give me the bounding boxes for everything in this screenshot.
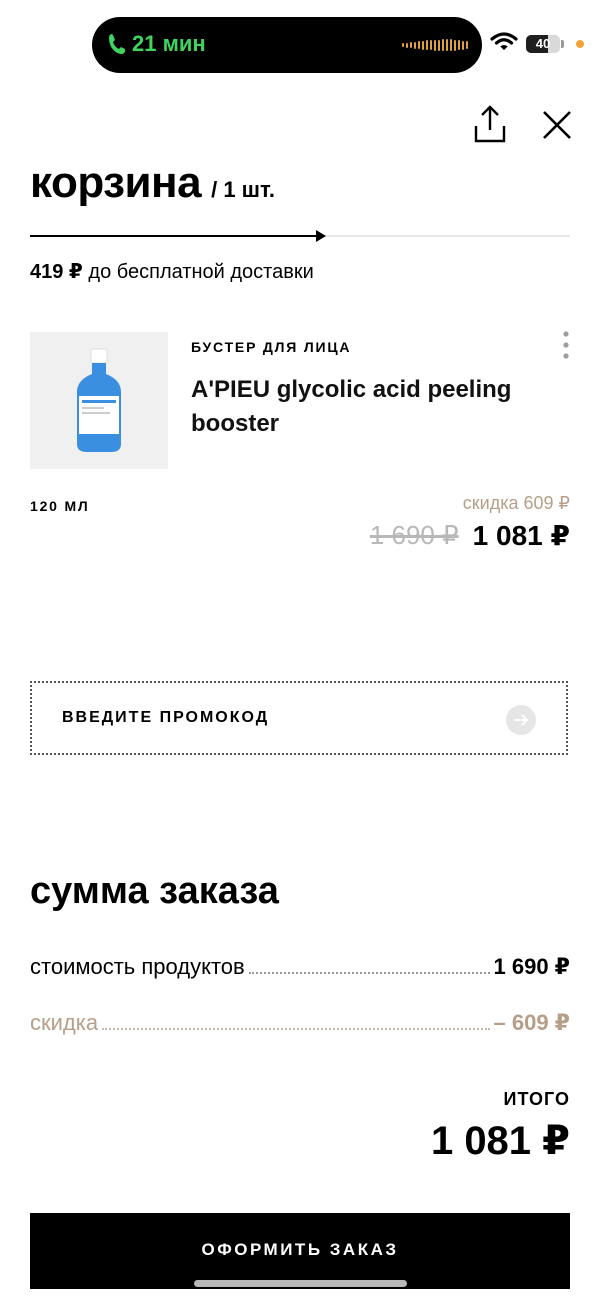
battery-tip [561, 40, 564, 48]
wifi-icon [490, 32, 518, 50]
waveform-bar [430, 40, 432, 50]
product-discount-note: скидка 609 ₽ [462, 493, 570, 513]
progress-arrow [316, 230, 326, 242]
product-image[interactable] [30, 332, 168, 469]
waveform-bar [422, 40, 424, 50]
more-vertical-icon[interactable] [556, 330, 576, 362]
waveform-bar [454, 39, 456, 51]
waveform-bar [406, 42, 408, 48]
delivery-remaining-amount: 419 ₽ [30, 261, 83, 283]
audio-waveform [402, 38, 468, 52]
page-title: корзина [30, 158, 202, 207]
waveform-bar [442, 39, 444, 51]
waveform-bar [438, 39, 440, 51]
summary-discount-row: скидка – 609 ₽ [30, 1010, 570, 1036]
waveform-bar [450, 39, 452, 51]
promo-apply-button[interactable] [506, 705, 536, 735]
home-indicator [194, 1280, 407, 1287]
privacy-indicator-dot [576, 40, 584, 48]
arrow-right-icon [515, 714, 529, 726]
product-bottle-illustration [77, 348, 121, 452]
free-delivery-note: 419 ₽ до бесплатной доставки [30, 259, 314, 284]
progress-fill [30, 235, 320, 237]
share-icon[interactable] [472, 104, 508, 144]
waveform-bar [434, 39, 436, 51]
discount-label: скидка [30, 1010, 99, 1035]
waveform-bar [466, 41, 468, 49]
call-duration: 21 мин [132, 31, 206, 56]
old-price: 1 690 ₽ [369, 520, 459, 550]
waveform-bar [414, 41, 416, 49]
new-price: 1 081 ₽ [472, 520, 570, 551]
product-category: БУСТЕР ДЛЯ ЛИЦА [191, 339, 352, 355]
discount-value: – 609 ₽ [493, 1010, 570, 1035]
waveform-bar [462, 40, 464, 50]
battery-level: 40 [535, 36, 551, 51]
delivery-remaining-text: до бесплатной доставки [88, 261, 314, 283]
product-price-row: 1 690 ₽ 1 081 ₽ [370, 519, 570, 552]
page-title-row: корзина / 1 шт. [30, 158, 275, 208]
products-cost-value: 1 690 ₽ [493, 954, 570, 979]
promo-code-field[interactable]: ВВЕДИТЕ ПРОМОКОД [30, 681, 568, 755]
waveform-bar [458, 40, 460, 50]
call-status-pill[interactable]: 21 мин [92, 17, 482, 73]
free-delivery-progress [30, 230, 570, 242]
checkout-button[interactable]: ОФОРМИТЬ ЗАКАЗ [30, 1213, 570, 1289]
product-volume: 120 МЛ [30, 498, 90, 514]
leader-dots [248, 972, 490, 974]
phone-icon [109, 34, 125, 54]
products-cost-label: стоимость продуктов [30, 954, 245, 979]
product-name[interactable]: A'PIEU glycolic acid peeling booster [191, 373, 551, 441]
waveform-bar [402, 43, 404, 47]
close-icon[interactable] [540, 108, 574, 142]
promo-code-label: ВВЕДИТЕ ПРОМОКОД [62, 709, 270, 726]
waveform-bar [410, 42, 412, 48]
total-value: 1 081 ₽ [430, 1119, 570, 1163]
item-count: / 1 шт. [211, 177, 275, 202]
waveform-bar [426, 40, 428, 50]
battery-indicator: 40 [526, 35, 560, 53]
summary-products-row: стоимость продуктов 1 690 ₽ [30, 954, 570, 980]
leader-dots [102, 1028, 490, 1030]
total-label: ИТОГО [503, 1089, 570, 1109]
waveform-bar [446, 39, 448, 51]
order-summary-title: сумма заказа [30, 870, 279, 912]
waveform-bar [418, 41, 420, 49]
